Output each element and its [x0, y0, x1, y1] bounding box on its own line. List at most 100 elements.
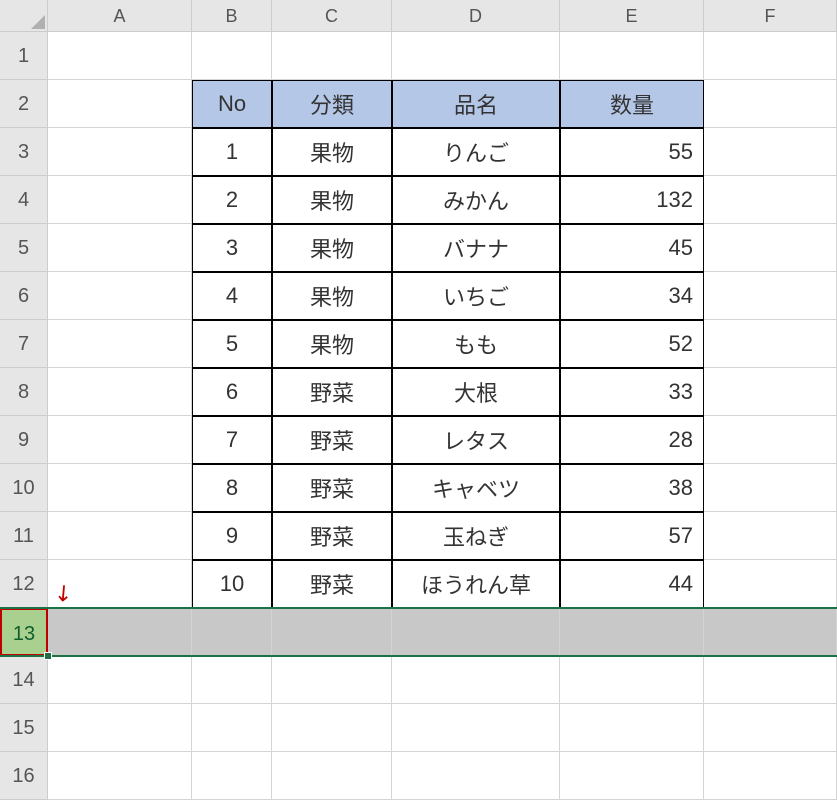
- cell-A2[interactable]: [48, 80, 192, 128]
- cell-D3[interactable]: りんご: [392, 128, 560, 176]
- col-header-B[interactable]: B: [192, 0, 272, 32]
- cell-F14[interactable]: [704, 656, 837, 704]
- row-header-12[interactable]: 12: [0, 560, 48, 608]
- cell-A8[interactable]: [48, 368, 192, 416]
- cell-E15[interactable]: [560, 704, 704, 752]
- cell-B1[interactable]: [192, 32, 272, 80]
- cell-B3[interactable]: 1: [192, 128, 272, 176]
- row-header-16[interactable]: 16: [0, 752, 48, 800]
- row-header-2[interactable]: 2: [0, 80, 48, 128]
- row-header-5[interactable]: 5: [0, 224, 48, 272]
- cell-E5[interactable]: 45: [560, 224, 704, 272]
- cell-A9[interactable]: [48, 416, 192, 464]
- row-header-10[interactable]: 10: [0, 464, 48, 512]
- cell-B6[interactable]: 4: [192, 272, 272, 320]
- cell-B13[interactable]: [192, 608, 272, 656]
- cell-F13[interactable]: [704, 608, 837, 656]
- cell-A1[interactable]: [48, 32, 192, 80]
- selection-handle[interactable]: [44, 652, 52, 660]
- cell-D5[interactable]: バナナ: [392, 224, 560, 272]
- cell-B8[interactable]: 6: [192, 368, 272, 416]
- cell-C5[interactable]: 果物: [272, 224, 392, 272]
- cell-A10[interactable]: [48, 464, 192, 512]
- cell-A11[interactable]: [48, 512, 192, 560]
- row-header-11[interactable]: 11: [0, 512, 48, 560]
- cell-D13[interactable]: [392, 608, 560, 656]
- cell-F11[interactable]: [704, 512, 837, 560]
- row-header-15[interactable]: 15: [0, 704, 48, 752]
- cell-B12[interactable]: 10: [192, 560, 272, 608]
- cell-C13[interactable]: [272, 608, 392, 656]
- cell-B16[interactable]: [192, 752, 272, 800]
- cell-B10[interactable]: 8: [192, 464, 272, 512]
- cell-A15[interactable]: [48, 704, 192, 752]
- cell-F6[interactable]: [704, 272, 837, 320]
- cell-A14[interactable]: [48, 656, 192, 704]
- cell-C4[interactable]: 果物: [272, 176, 392, 224]
- cell-C12[interactable]: 野菜: [272, 560, 392, 608]
- cell-D2[interactable]: 品名: [392, 80, 560, 128]
- cell-D10[interactable]: キャベツ: [392, 464, 560, 512]
- select-all-corner[interactable]: [0, 0, 48, 32]
- cell-E10[interactable]: 38: [560, 464, 704, 512]
- cell-E16[interactable]: [560, 752, 704, 800]
- cell-D11[interactable]: 玉ねぎ: [392, 512, 560, 560]
- cell-C10[interactable]: 野菜: [272, 464, 392, 512]
- cell-F10[interactable]: [704, 464, 837, 512]
- cell-A4[interactable]: [48, 176, 192, 224]
- cell-E3[interactable]: 55: [560, 128, 704, 176]
- cell-C9[interactable]: 野菜: [272, 416, 392, 464]
- cell-D14[interactable]: [392, 656, 560, 704]
- cell-E14[interactable]: [560, 656, 704, 704]
- cell-A16[interactable]: [48, 752, 192, 800]
- cell-A13[interactable]: [48, 608, 192, 656]
- cell-B15[interactable]: [192, 704, 272, 752]
- cell-D6[interactable]: いちご: [392, 272, 560, 320]
- cell-B9[interactable]: 7: [192, 416, 272, 464]
- col-header-F[interactable]: F: [704, 0, 837, 32]
- cell-D7[interactable]: もも: [392, 320, 560, 368]
- cell-D9[interactable]: レタス: [392, 416, 560, 464]
- cell-E4[interactable]: 132: [560, 176, 704, 224]
- cell-F7[interactable]: [704, 320, 837, 368]
- cell-D15[interactable]: [392, 704, 560, 752]
- row-header-14[interactable]: 14: [0, 656, 48, 704]
- cell-E12[interactable]: 44: [560, 560, 704, 608]
- cell-D16[interactable]: [392, 752, 560, 800]
- cell-F1[interactable]: [704, 32, 837, 80]
- cell-B2[interactable]: No: [192, 80, 272, 128]
- cell-E9[interactable]: 28: [560, 416, 704, 464]
- cell-E11[interactable]: 57: [560, 512, 704, 560]
- cell-C2[interactable]: 分類: [272, 80, 392, 128]
- cell-B5[interactable]: 3: [192, 224, 272, 272]
- col-header-E[interactable]: E: [560, 0, 704, 32]
- cell-E6[interactable]: 34: [560, 272, 704, 320]
- cell-F9[interactable]: [704, 416, 837, 464]
- row-header-9[interactable]: 9: [0, 416, 48, 464]
- cell-F3[interactable]: [704, 128, 837, 176]
- cell-D4[interactable]: みかん: [392, 176, 560, 224]
- cell-F16[interactable]: [704, 752, 837, 800]
- cell-D8[interactable]: 大根: [392, 368, 560, 416]
- cell-C14[interactable]: [272, 656, 392, 704]
- cell-D1[interactable]: [392, 32, 560, 80]
- row-header-4[interactable]: 4: [0, 176, 48, 224]
- cell-E1[interactable]: [560, 32, 704, 80]
- cell-F8[interactable]: [704, 368, 837, 416]
- cell-E8[interactable]: 33: [560, 368, 704, 416]
- cell-B14[interactable]: [192, 656, 272, 704]
- row-header-1[interactable]: 1: [0, 32, 48, 80]
- cell-C11[interactable]: 野菜: [272, 512, 392, 560]
- row-header-7[interactable]: 7: [0, 320, 48, 368]
- col-header-D[interactable]: D: [392, 0, 560, 32]
- cell-A12[interactable]: [48, 560, 192, 608]
- cell-C8[interactable]: 野菜: [272, 368, 392, 416]
- cell-E2[interactable]: 数量: [560, 80, 704, 128]
- cell-A5[interactable]: [48, 224, 192, 272]
- cell-F5[interactable]: [704, 224, 837, 272]
- row-header-6[interactable]: 6: [0, 272, 48, 320]
- cell-B4[interactable]: 2: [192, 176, 272, 224]
- cell-E13[interactable]: [560, 608, 704, 656]
- cell-B7[interactable]: 5: [192, 320, 272, 368]
- cell-E7[interactable]: 52: [560, 320, 704, 368]
